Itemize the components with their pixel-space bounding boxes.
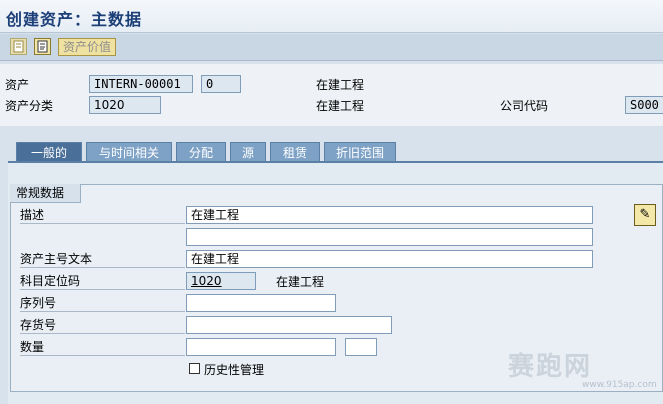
description-field-1[interactable]: 在建工程 [186,206,593,224]
asset-class-field[interactable]: 1020 [89,96,161,114]
asset-value-button[interactable]: 资产价值 [58,38,117,56]
watermark-logo: 赛跑网 [508,352,593,382]
tab-general[interactable]: 一般的 [16,142,82,162]
inventory-number-field[interactable] [186,316,392,334]
tab-depreciation-areas[interactable]: 折旧范围 [324,142,396,162]
watermark-url: www.915ap.com [582,380,657,390]
account-determination-label: 科目定位码 [20,273,185,290]
asset-class-label: 资产分类 [5,99,54,113]
history-checkbox[interactable] [189,363,200,374]
header-area [0,64,663,126]
account-determination-description: 在建工程 [276,275,325,289]
description-field-2[interactable] [186,228,593,246]
asset-label: 资产 [5,78,30,92]
tab-time-dependent[interactable]: 与时间相关 [86,142,172,162]
quantity-label: 数量 [20,339,185,356]
company-code-field[interactable]: S000 [625,96,663,114]
tab-leasing[interactable]: 租赁 [270,142,320,162]
history-label: 历史性管理 [204,363,265,377]
company-code-label: 公司代码 [500,99,549,113]
main-text-field[interactable]: 在建工程 [186,250,593,268]
display-change-icon[interactable] [10,38,27,55]
asset-description-text: 在建工程 [316,78,365,92]
serial-number-field[interactable] [186,294,336,312]
tab-origin[interactable]: 源 [230,142,266,162]
main-text-label: 资产主号文本 [20,251,185,268]
account-determination-field[interactable]: 1020 [186,272,256,290]
inventory-number-label: 存货号 [20,317,185,334]
unit-field[interactable] [345,338,377,356]
asset-subnumber-field[interactable]: 0 [201,75,241,93]
description-label: 描述 [20,207,185,224]
asset-number-field[interactable]: INTERN-00001 [89,75,193,93]
tab-allocations[interactable]: 分配 [176,142,226,162]
page-title: 创建资产：主数据 [6,10,143,29]
asset-class-description-text: 在建工程 [316,99,365,113]
quantity-field[interactable] [186,338,336,356]
serial-number-label: 序列号 [20,295,185,312]
group-title: 常规数据 [10,184,82,203]
edit-text-icon[interactable]: ✎ [634,204,656,226]
document-icon[interactable] [34,38,51,55]
